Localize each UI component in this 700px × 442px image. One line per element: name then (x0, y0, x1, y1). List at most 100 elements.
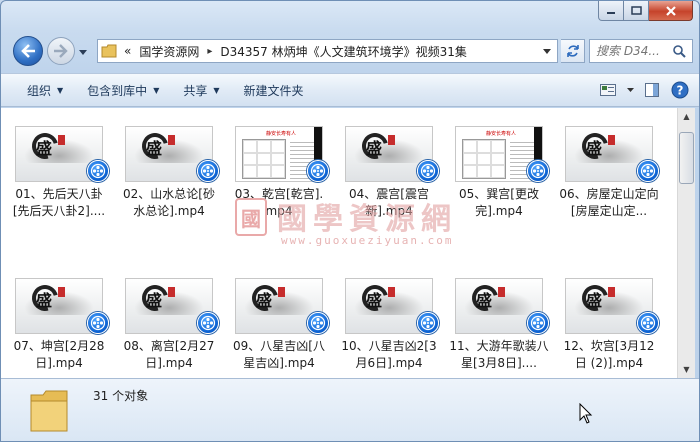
organize-menu[interactable]: 组织 ▼ (1, 74, 75, 106)
file-item[interactable]: 盛 11、大游年歌装八星[3月8日].... (449, 266, 549, 378)
share-label: 共享 (183, 83, 208, 98)
share-menu[interactable]: 共享 ▼ (171, 74, 231, 106)
red-seal (608, 287, 615, 297)
search-box (589, 39, 693, 63)
chevron-down-icon (543, 48, 551, 54)
media-player-icon (87, 312, 109, 334)
breadcrumb-overflow[interactable]: « (120, 44, 135, 58)
folder-icon (98, 40, 120, 62)
recent-pages-button[interactable] (78, 47, 88, 57)
preview-pane-icon (645, 83, 659, 97)
search-icon[interactable] (670, 42, 688, 60)
logo-character: 盛 (366, 291, 383, 310)
forward-arrow-icon (54, 44, 68, 58)
media-player-icon (637, 312, 659, 334)
red-seal (388, 287, 395, 297)
search-input[interactable] (590, 44, 670, 58)
red-seal (168, 135, 175, 145)
mouse-cursor-icon (579, 402, 593, 428)
help-button[interactable]: ? (669, 79, 691, 101)
help-icon: ? (671, 81, 689, 99)
logo-character: 盛 (586, 291, 603, 310)
include-label: 包含到库中 (87, 83, 148, 98)
logo-character: 盛 (146, 139, 163, 158)
logo-character: 盛 (256, 291, 273, 310)
minimize-icon (607, 11, 615, 14)
refresh-button[interactable] (561, 39, 585, 63)
maximize-button[interactable] (624, 1, 649, 21)
file-name: 12、坎宫[3月12日 (2)].mp4 (563, 339, 655, 370)
file-name: 02、山水总论[砂水总论].mp4 (123, 187, 215, 218)
thumbnail-header: 静安长寿有人 (486, 131, 517, 137)
file-name: 08、离宫[2月27日].mp4 (123, 339, 215, 370)
chevron-down-icon: ▼ (153, 85, 160, 95)
file-item[interactable]: 盛 02、山水总论[砂水总论].mp4 (119, 114, 219, 226)
file-item[interactable]: 静安长寿有人 03、乾宫[乾宫].mp4 (229, 114, 329, 226)
address-dropdown-button[interactable] (541, 40, 553, 62)
vertical-scrollbar[interactable]: ▲ ▼ (677, 108, 695, 378)
refresh-icon (566, 45, 579, 57)
minimize-button[interactable] (598, 1, 624, 21)
breadcrumb-item-site[interactable]: 国学资源网 (135, 43, 203, 60)
file-item[interactable]: 静安长寿有人 05、巽宫[更改完].mp4 (449, 114, 549, 226)
file-item[interactable]: 盛 01、先后天八卦[先后天八卦2].... (9, 114, 109, 226)
new-folder-button[interactable]: 新建文件夹 (232, 74, 316, 106)
media-player-icon (417, 312, 439, 334)
change-view-button[interactable] (597, 79, 619, 101)
scroll-down-button[interactable]: ▼ (678, 361, 695, 378)
scroll-thumb[interactable] (679, 132, 694, 184)
file-name: 10、八星吉凶2[3月6日].mp4 (341, 339, 437, 370)
red-seal (58, 135, 65, 145)
file-name: 01、先后天八卦[先后天八卦2].... (12, 187, 106, 218)
view-options-dropdown[interactable] (625, 79, 635, 101)
close-button[interactable] (649, 1, 693, 21)
media-player-icon (527, 160, 549, 182)
explorer-window: « 国学资源网 ▸ D34357 林炳坤《人文建筑环境学》视频31集 组织 ▼ 包… (0, 0, 700, 442)
folder-large-icon (29, 387, 69, 435)
svg-text:?: ? (677, 84, 684, 98)
organize-label: 组织 (27, 83, 52, 98)
chevron-down-icon (626, 88, 634, 92)
file-item[interactable]: 盛 12、坎宫[3月12日 (2)].mp4 (559, 266, 659, 378)
bagua-grid (462, 139, 506, 179)
address-bar[interactable]: « 国学资源网 ▸ D34357 林炳坤《人文建筑环境学》视频31集 (97, 39, 558, 63)
file-name: 09、八星吉凶[八星吉凶].mp4 (233, 339, 325, 370)
thumbnail-header: 静安长寿有人 (266, 131, 297, 137)
logo-character: 盛 (366, 139, 383, 158)
file-name: 04、震宫[震宫新].mp4 (349, 187, 429, 218)
include-in-library-menu[interactable]: 包含到库中 ▼ (75, 74, 171, 106)
file-item[interactable]: 盛 06、房屋定山定向[房屋定山定... (559, 114, 659, 226)
forward-button[interactable] (47, 37, 75, 65)
preview-pane-button[interactable] (641, 79, 663, 101)
logo-character: 盛 (146, 291, 163, 310)
file-item[interactable]: 盛 09、八星吉凶[八星吉凶].mp4 (229, 266, 329, 378)
file-item[interactable]: 盛 07、坤宫[2月28日].mp4 (9, 266, 109, 378)
breadcrumb-item-folder[interactable]: D34357 林炳坤《人文建筑环境学》视频31集 (216, 43, 471, 60)
file-name: 05、巽宫[更改完].mp4 (459, 187, 539, 218)
details-pane: 31 个对象 (1, 378, 699, 441)
red-seal (58, 287, 65, 297)
breadcrumb-separator-icon[interactable]: ▸ (203, 46, 216, 57)
media-player-icon (417, 160, 439, 182)
file-item[interactable]: 盛 08、离宫[2月27日].mp4 (119, 266, 219, 378)
scroll-up-button[interactable]: ▲ (678, 108, 695, 125)
back-button[interactable] (13, 36, 43, 66)
logo-character: 盛 (586, 139, 603, 158)
logo-character: 盛 (36, 139, 53, 158)
media-player-icon (87, 160, 109, 182)
media-player-icon (197, 160, 219, 182)
file-item[interactable]: 盛 10、八星吉凶2[3月6日].mp4 (339, 266, 439, 378)
file-item[interactable]: 盛 04、震宫[震宫新].mp4 (339, 114, 439, 226)
media-player-icon (637, 160, 659, 182)
red-seal (498, 287, 505, 297)
media-player-icon (307, 160, 329, 182)
navigation-row: « 国学资源网 ▸ D34357 林炳坤《人文建筑环境学》视频31集 (1, 29, 699, 69)
back-arrow-icon (21, 44, 35, 58)
media-player-icon (527, 312, 549, 334)
red-seal (168, 287, 175, 297)
file-name: 03、乾宫[乾宫].mp4 (234, 187, 324, 218)
chevron-down-icon: ▼ (213, 85, 220, 95)
item-count: 31 个对象 (93, 389, 149, 403)
media-player-icon (197, 312, 219, 334)
file-list: 盛 01、先后天八卦[先后天八卦2].... 盛 02、山水总论[砂水总论].mp4 静… (1, 108, 677, 378)
